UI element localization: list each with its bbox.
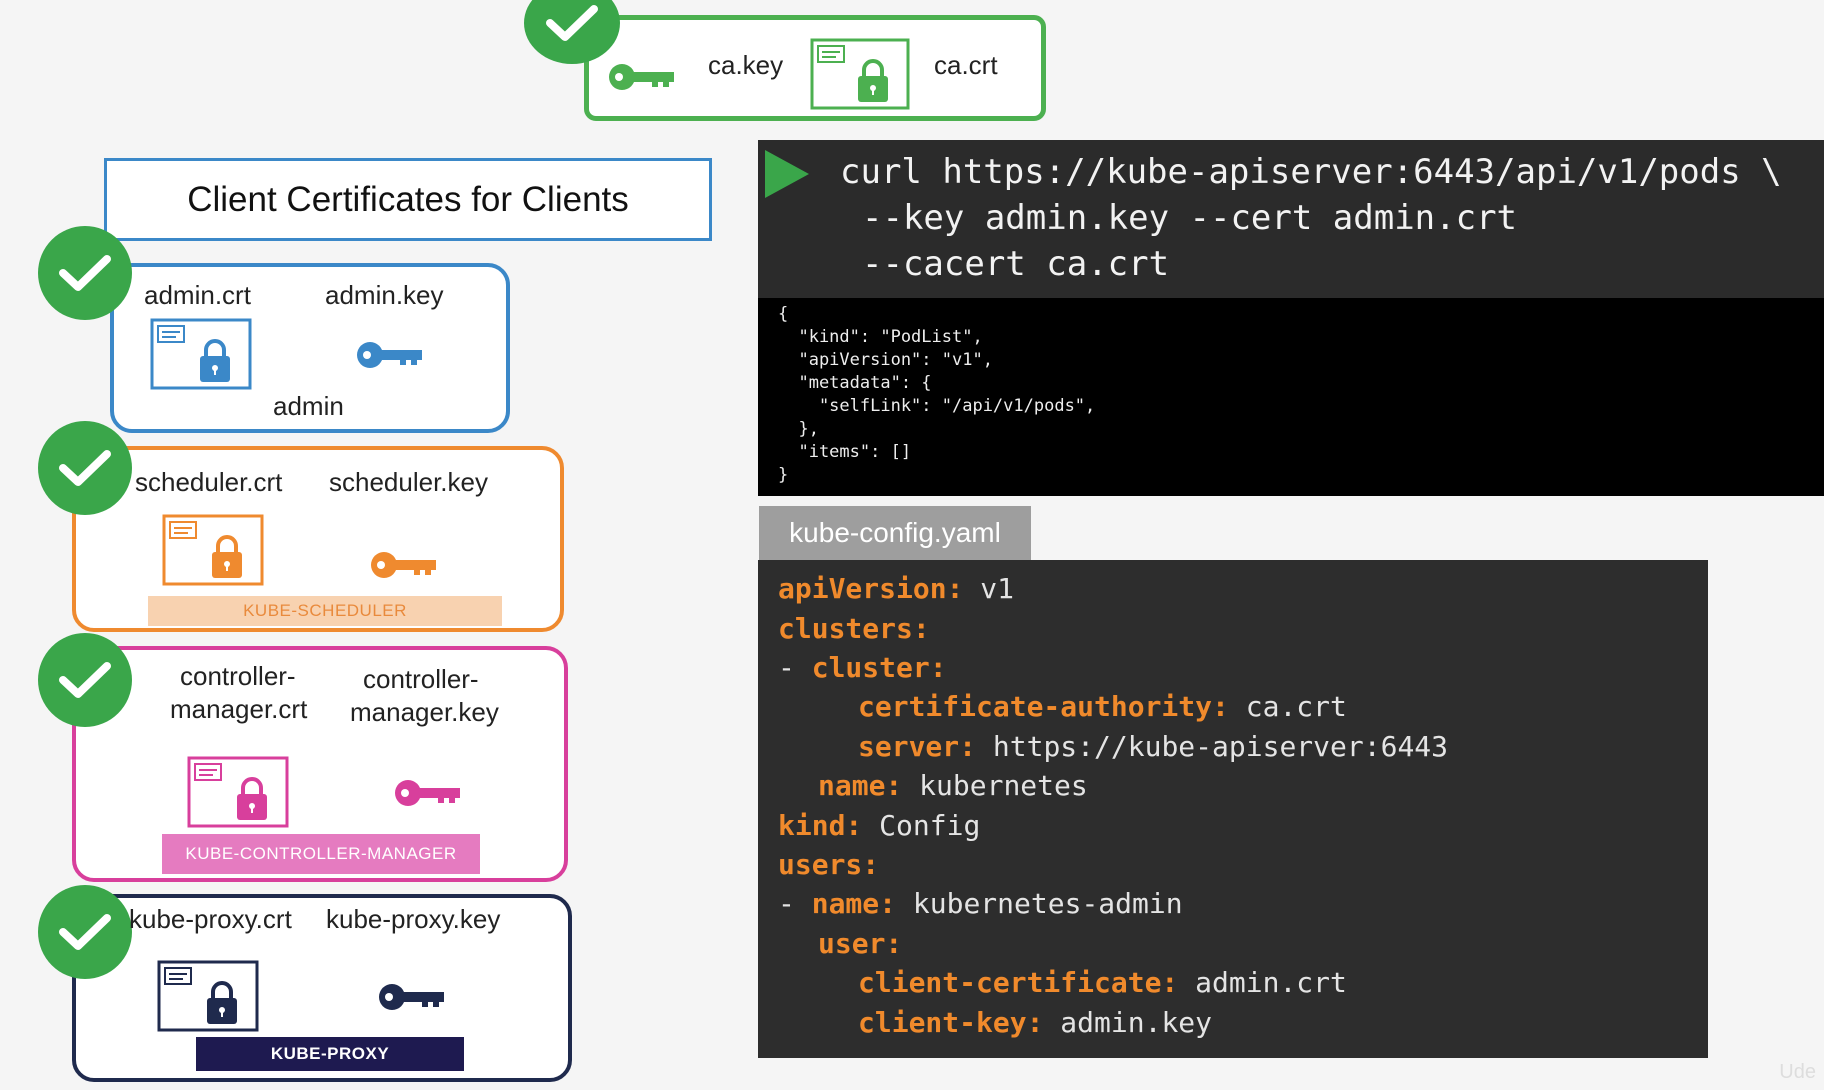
ca-key-label: ca.key <box>708 50 784 80</box>
yaml-key: certificate-authority: <box>858 690 1229 723</box>
yaml-value: v1 <box>963 572 1015 605</box>
json-output-panel: { "kind": "PodList", "apiVersion": "v1",… <box>758 298 1824 496</box>
scheduler-check-icon <box>38 421 132 515</box>
admin-key-icon <box>356 338 426 377</box>
yaml-value: kubernetes <box>902 769 1088 802</box>
json-line: "items": [] <box>778 442 912 462</box>
ca-certificate-icon <box>810 38 910 115</box>
curl-line-3: --cacert ca.crt <box>862 244 1170 284</box>
json-line: "kind": "PodList", <box>778 327 983 347</box>
yaml-key: clusters: <box>778 612 930 645</box>
json-line: "apiVersion": "v1", <box>778 350 993 370</box>
ca-key-icon <box>608 60 678 99</box>
kube-config-yaml-tab: kube-config.yaml <box>759 506 1031 560</box>
scheduler-key-icon <box>370 548 440 587</box>
curl-line-2: --key admin.key --cert admin.crt <box>862 198 1518 238</box>
json-line: } <box>778 465 789 485</box>
json-line: }, <box>778 419 819 439</box>
yaml-key: name: <box>818 769 903 802</box>
yaml-key: client-key: <box>858 1006 1044 1039</box>
yaml-value: https://kube-apiserver:6443 <box>976 730 1449 763</box>
client-certificates-title: Client Certificates for Clients <box>104 158 712 241</box>
kube-proxy-banner: KUBE-PROXY <box>196 1037 464 1071</box>
yaml-key: user: <box>818 927 903 960</box>
controller-manager-crt-label-line2: manager.crt <box>170 694 308 724</box>
yaml-key: kind: <box>778 809 863 842</box>
scheduler-crt-label: scheduler.crt <box>135 467 283 497</box>
kube-proxy-key-label: kube-proxy.key <box>326 904 501 934</box>
controller-manager-check-icon <box>38 633 132 727</box>
scheduler-certificate-icon <box>162 514 264 591</box>
yaml-key: server: <box>858 730 977 763</box>
admin-crt-label: admin.crt <box>144 280 251 310</box>
yaml-key: cluster: <box>811 651 947 684</box>
controller-manager-key-label-line1: controller- <box>363 664 479 694</box>
controller-manager-crt-label-line1: controller- <box>180 661 296 691</box>
scheduler-key-label: scheduler.key <box>329 467 488 497</box>
kube-proxy-check-icon <box>38 885 132 979</box>
play-icon <box>763 148 811 205</box>
json-line: "metadata": { <box>778 373 932 393</box>
kube-controller-manager-banner: KUBE-CONTROLLER-MANAGER <box>162 834 480 874</box>
controller-manager-key-icon <box>394 776 464 815</box>
yaml-dash: - <box>778 887 812 920</box>
controller-manager-key-label-line2: manager.key <box>350 697 499 727</box>
kube-scheduler-banner: KUBE-SCHEDULER <box>148 596 502 626</box>
yaml-key: users: <box>778 848 880 881</box>
yaml-value: kubernetes-admin <box>896 887 1183 920</box>
yaml-value: ca.crt <box>1228 690 1347 723</box>
json-line: { <box>778 304 789 324</box>
kube-proxy-crt-label: kube-proxy.crt <box>129 904 292 934</box>
yaml-dash: - <box>778 651 812 684</box>
yaml-value: Config <box>862 809 981 842</box>
yaml-value: admin.crt <box>1178 966 1347 999</box>
kube-proxy-key-icon <box>378 980 448 1019</box>
kube-config-yaml-panel: apiVersion: v1 clusters: - cluster: cert… <box>758 560 1708 1058</box>
admin-name-label: admin <box>273 391 344 421</box>
curl-line-1: curl https://kube-apiserver:6443/api/v1/… <box>840 152 1782 192</box>
yaml-key: apiVersion: <box>778 572 964 605</box>
controller-manager-certificate-icon <box>187 756 289 833</box>
json-line: "selfLink": "/api/v1/pods", <box>778 396 1096 416</box>
admin-check-icon <box>38 226 132 320</box>
kube-proxy-certificate-icon <box>157 960 259 1037</box>
admin-certificate-icon <box>150 318 252 395</box>
yaml-key: client-certificate: <box>858 966 1179 999</box>
ca-crt-label: ca.crt <box>934 50 998 80</box>
watermark: Ude <box>1779 1061 1816 1083</box>
yaml-value: admin.key <box>1043 1006 1213 1039</box>
admin-key-label: admin.key <box>325 280 444 310</box>
yaml-key: name: <box>811 887 897 920</box>
curl-command-panel: curl https://kube-apiserver:6443/api/v1/… <box>758 140 1824 300</box>
